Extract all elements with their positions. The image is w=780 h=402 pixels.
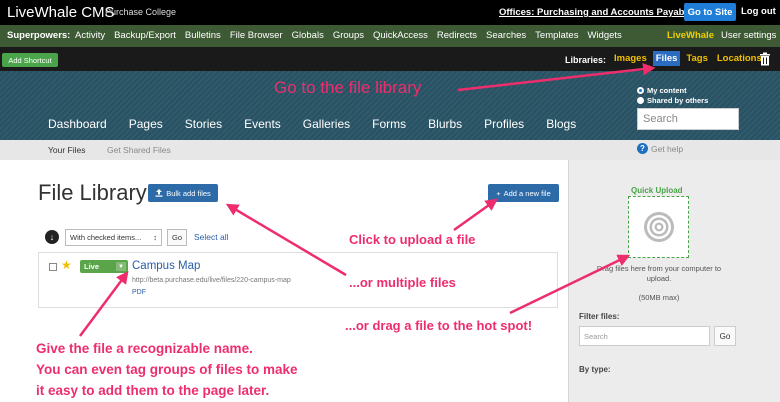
livewhale-link[interactable]: LiveWhale [667,30,714,41]
nav-galleries[interactable]: Galleries [303,117,350,131]
superpower-backup-export[interactable]: Backup/Export [114,30,176,41]
nav-stories[interactable]: Stories [185,117,222,131]
dropzone-max-size: (50MB max) [638,293,680,302]
nav-profiles[interactable]: Profiles [484,117,524,131]
library-files[interactable]: Files [652,51,681,66]
tab-shared-files[interactable]: Get Shared Files [107,145,171,155]
file-name-link[interactable]: Campus Map [132,260,200,272]
search-input[interactable]: Search [637,108,739,130]
libraries-menu: Images Files Tags Locations [611,51,765,66]
file-url: http://beta.purchase.edu/live/files/220-… [132,277,291,284]
library-locations[interactable]: Locations [714,51,765,66]
by-type-label: By type: [579,365,611,374]
tab-your-files[interactable]: Your Files [48,145,85,155]
file-type: PDF [132,289,146,296]
status-badge[interactable]: Live ▼ [80,260,128,273]
scope-shared[interactable]: Shared by others [637,95,708,105]
superpowers-bar: Superpowers: Activity Backup/Export Bull… [0,25,780,47]
superpower-groups[interactable]: Groups [333,30,364,41]
annotation-multiple: ...or multiple files [349,275,456,290]
nav-dashboard[interactable]: Dashboard [48,117,107,131]
upload-icon [155,189,163,197]
arrow-down-circle-icon[interactable]: ↓ [45,230,59,244]
upload-dropzone[interactable] [628,196,689,258]
add-shortcut-button[interactable]: Add Shortcut [2,53,58,67]
bulk-add-button[interactable]: Bulk add files [148,184,218,202]
nav-menu: Dashboard Pages Stories Events Galleries… [48,117,598,131]
offices-link[interactable]: Offices: Purchasing and Accounts Payable [499,7,692,18]
sub-navigation: Your Files Get Shared Files ? Get help [0,140,780,160]
nav-forms[interactable]: Forms [372,117,406,131]
radio-icon[interactable] [637,96,644,104]
library-tags[interactable]: Tags [683,51,710,66]
annotation-drag: ...or drag a file to the hot spot! [345,318,533,333]
file-row: ★ Live ▼ Campus Map http://beta.purchase… [38,252,558,308]
superpower-templates[interactable]: Templates [535,30,578,41]
search-scope: My content Shared by others [637,85,708,105]
annotation-file-library: Go to the file library [274,78,422,97]
superpower-file-browser[interactable]: File Browser [230,30,283,41]
superpower-widgets[interactable]: Widgets [587,30,621,41]
bulk-action-select[interactable]: With checked items... ↕ [65,229,162,246]
add-new-file-button[interactable]: + Add a new file [488,184,559,202]
superpower-searches[interactable]: Searches [486,30,526,41]
file-checkbox[interactable] [49,263,57,271]
user-settings-link[interactable]: User settings [721,30,776,41]
superpower-globals[interactable]: Globals [292,30,324,41]
top-bar: LiveWhale CMS Purchase College Offices: … [0,0,780,25]
quick-upload-title: Quick Upload [631,186,683,195]
superpowers-menu: Activity Backup/Export Bulletins File Br… [75,30,622,41]
brand-title[interactable]: LiveWhale CMS [7,4,115,21]
nav-pages[interactable]: Pages [129,117,163,131]
logout-link[interactable]: Log out [741,6,776,17]
select-all-link[interactable]: Select all [194,232,229,242]
annotation-upload: Click to upload a file [349,232,476,247]
scope-my-content[interactable]: My content [637,85,708,95]
nav-events[interactable]: Events [244,117,281,131]
target-icon [644,212,674,242]
libraries-bar: Add Shortcut Libraries: Images Files Tag… [0,47,780,71]
library-images[interactable]: Images [611,51,650,66]
filter-files-label: Filter files: [579,312,620,321]
superpowers-label: Superpowers: [7,30,71,41]
dropzone-text: Drag files here from your computer to up… [596,264,722,283]
go-to-site-button[interactable]: Go to Site [684,3,736,21]
trash-icon[interactable] [759,52,771,66]
chevron-down-icon[interactable]: ▼ [116,262,126,271]
superpower-activity[interactable]: Activity [75,30,105,41]
libraries-label: Libraries: [565,55,607,65]
right-sidebar: Quick Upload Drag files here from your c… [568,160,780,402]
arrow-to-add-new [453,198,499,232]
superpower-quickaccess[interactable]: QuickAccess [373,30,428,41]
annotation-name-tip: Give the file a recognizable name. You c… [36,341,298,398]
bulk-go-button[interactable]: Go [167,229,187,246]
radio-selected-icon[interactable] [637,86,644,94]
page-title: File Library [38,180,147,205]
help-link[interactable]: ? Get help [637,143,683,154]
star-icon[interactable]: ★ [61,258,72,272]
filter-search-input[interactable]: Search [579,326,710,346]
plus-icon: + [496,188,501,198]
superpower-bulletins[interactable]: Bulletins [185,30,221,41]
select-caret-icon: ↕ [153,233,157,242]
filter-go-button[interactable]: Go [714,326,736,346]
nav-blurbs[interactable]: Blurbs [428,117,462,131]
help-icon: ? [637,143,648,154]
superpower-redirects[interactable]: Redirects [437,30,477,41]
nav-blogs[interactable]: Blogs [546,117,576,131]
brand-subtitle: Purchase College [105,7,177,17]
